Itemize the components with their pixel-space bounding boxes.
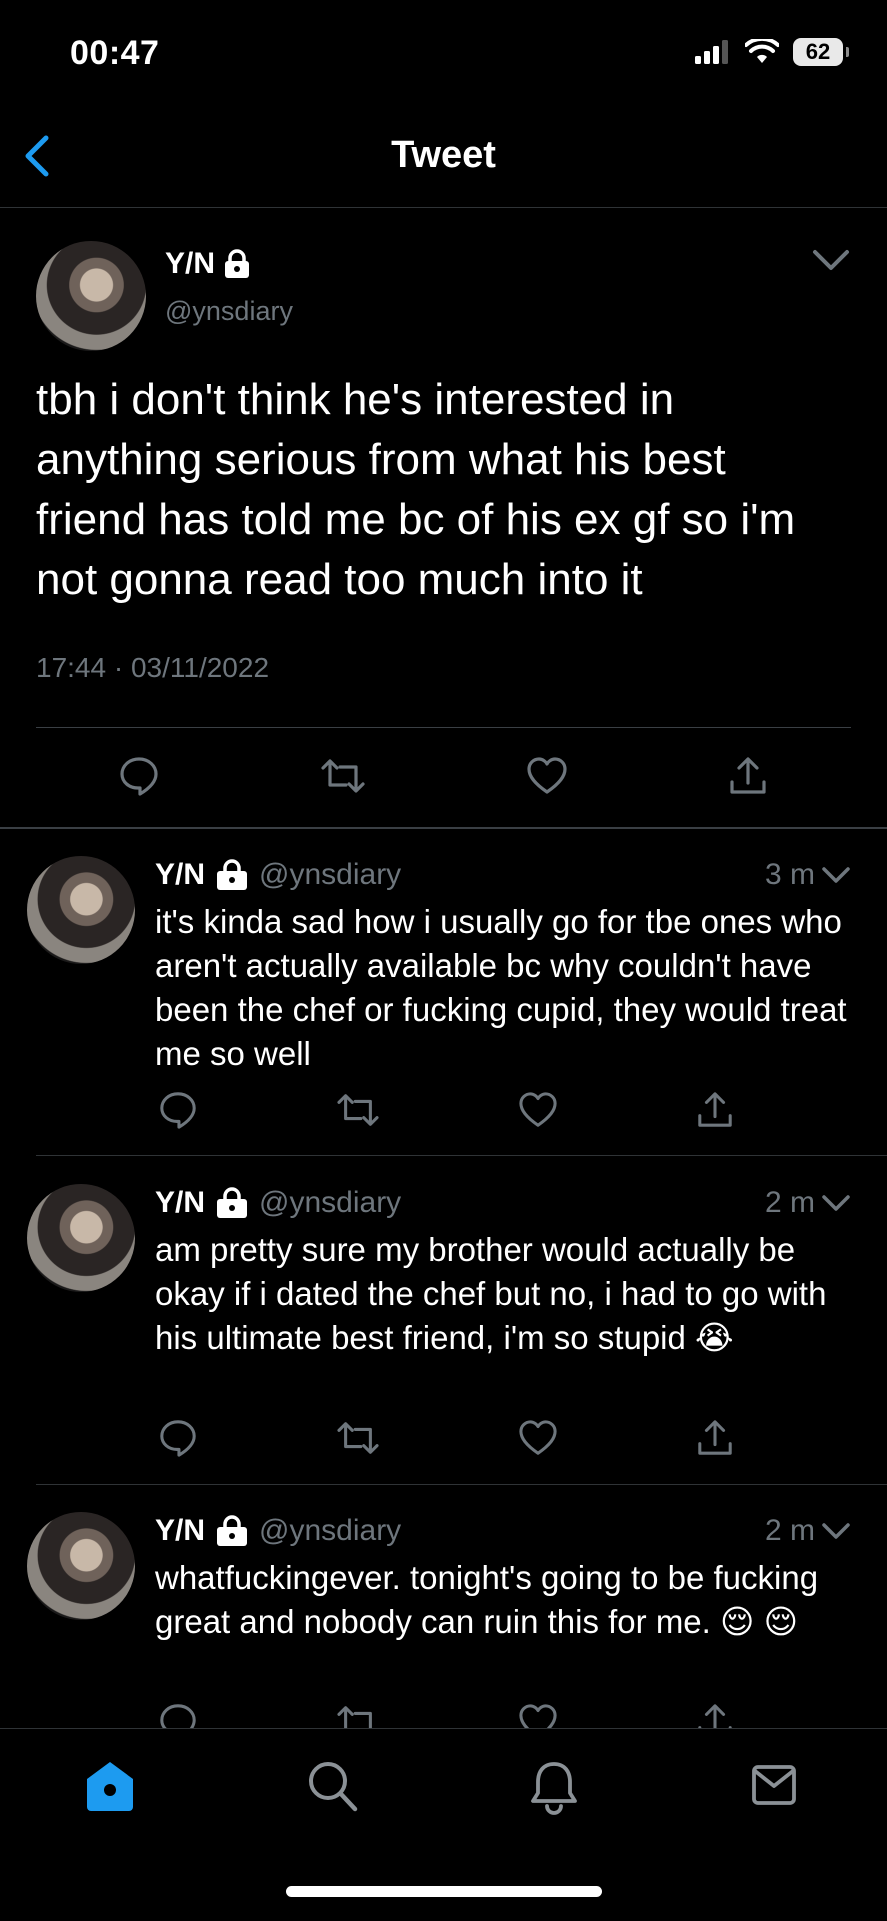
reply-header: Y/N @ynsdiary — [155, 1514, 401, 1548]
tab-notifications[interactable] — [528, 1759, 580, 1815]
reply-author-handle: @ynsdiary — [259, 1514, 402, 1547]
reply-text: it's kinda sad how i usually go for tbe … — [155, 903, 847, 1072]
main-tweet-avatar[interactable] — [36, 241, 146, 351]
lock-icon — [215, 859, 249, 891]
heart-icon — [527, 757, 567, 794]
reply-actions — [158, 1702, 734, 1728]
share-button[interactable] — [696, 1090, 734, 1130]
reply-time: 2 m — [765, 1514, 851, 1548]
status-icons: 62 — [695, 38, 849, 66]
share-icon — [698, 1420, 732, 1455]
main-tweet-author[interactable]: Y/N — [165, 247, 251, 281]
reply-time-text: 3 m — [764, 858, 815, 891]
author-name: Y/N — [165, 247, 216, 280]
divider — [36, 1155, 887, 1156]
battery-icon: 62 — [793, 38, 849, 66]
retweet-icon — [337, 1706, 372, 1728]
reply-tweet[interactable]: Y/N @ynsdiary 2 m whatfuckingever. tonig… — [0, 1496, 887, 1728]
section-divider — [0, 827, 887, 829]
retweet-icon — [337, 1422, 379, 1454]
divider — [36, 727, 851, 728]
reply-button[interactable] — [158, 1702, 198, 1728]
wifi-icon — [745, 39, 779, 65]
share-icon — [698, 1092, 732, 1127]
share-button[interactable] — [696, 1418, 734, 1458]
reply-author-handle: @ynsdiary — [259, 1186, 402, 1219]
heart-icon — [519, 1092, 557, 1127]
reply-button[interactable] — [158, 1090, 198, 1130]
messages-icon — [752, 1765, 796, 1805]
retweet-icon — [337, 1094, 379, 1126]
lock-icon — [215, 1515, 249, 1547]
reply-icon — [160, 1092, 196, 1129]
main-tweet-actions — [118, 755, 768, 797]
divider — [36, 1484, 887, 1485]
chevron-down-icon — [813, 250, 849, 270]
retweet-button[interactable] — [320, 755, 366, 797]
tab-search[interactable] — [306, 1759, 358, 1813]
reply-time: 2 m — [765, 1186, 851, 1220]
reply-author-name: Y/N — [155, 1514, 206, 1547]
reply-button[interactable] — [118, 755, 160, 797]
lock-icon — [215, 1187, 249, 1219]
reply-avatar[interactable] — [27, 856, 135, 964]
reply-time-text: 2 m — [764, 1186, 815, 1219]
like-button[interactable] — [526, 756, 568, 796]
home-indicator[interactable] — [286, 1886, 602, 1897]
reply-icon — [160, 1704, 196, 1728]
heart-icon — [519, 1420, 557, 1455]
like-button[interactable] — [518, 1419, 558, 1457]
reply-avatar[interactable] — [27, 1184, 135, 1292]
home-icon — [87, 1762, 133, 1811]
share-button[interactable] — [728, 755, 768, 797]
like-button[interactable] — [518, 1703, 558, 1728]
author-handle[interactable]: @ynsdiary — [165, 296, 293, 327]
reply-time-text: 2 m — [764, 1514, 815, 1547]
tweet-timestamp: 17:44 · 03/11/2022 — [36, 652, 270, 683]
retweet-button[interactable] — [336, 1090, 380, 1130]
main-tweet-text: tbh i don't think he's interested in any… — [36, 375, 796, 604]
like-button[interactable] — [518, 1091, 558, 1129]
tweet-options-button[interactable] — [811, 246, 851, 274]
status-time: 00:47 — [70, 34, 160, 72]
notifications-icon — [531, 1762, 577, 1815]
reply-button[interactable] — [158, 1418, 198, 1458]
lock-icon — [223, 249, 251, 279]
reply-actions — [158, 1418, 734, 1458]
reply-tweet[interactable]: Y/N @ynsdiary 2 m am pretty sure my brot… — [0, 1168, 887, 1483]
reply-icon — [120, 757, 158, 796]
reply-tweet[interactable]: Y/N @ynsdiary 3 m it's kinda sad how i u… — [0, 840, 887, 1155]
tab-messages[interactable] — [751, 1763, 797, 1807]
reply-time: 3 m — [765, 858, 851, 892]
reply-author-handle: @ynsdiary — [259, 858, 402, 891]
reply-header: Y/N @ynsdiary — [155, 1186, 401, 1220]
header-divider — [0, 207, 887, 208]
reply-text: am pretty sure my brother would actually… — [155, 1231, 827, 1356]
chevron-down-icon[interactable] — [821, 1520, 851, 1542]
reply-header: Y/N @ynsdiary — [155, 858, 401, 892]
tab-home[interactable] — [84, 1759, 136, 1813]
heart-icon — [519, 1704, 557, 1728]
share-icon — [730, 757, 766, 794]
share-button[interactable] — [696, 1702, 734, 1728]
retweet-button[interactable] — [336, 1418, 380, 1458]
reply-author-name: Y/N — [155, 858, 206, 891]
reply-avatar[interactable] — [27, 1512, 135, 1620]
retweet-button[interactable] — [336, 1702, 380, 1728]
chevron-down-icon[interactable] — [821, 1192, 851, 1214]
reply-author-name: Y/N — [155, 1186, 206, 1219]
retweet-icon — [321, 759, 365, 793]
reply-icon — [160, 1420, 196, 1457]
page-title: Tweet — [391, 134, 496, 176]
reply-text: whatfuckingever. tonight's going to be f… — [155, 1559, 819, 1640]
chevron-down-icon[interactable] — [821, 864, 851, 886]
cellular-signal-icon — [695, 40, 731, 64]
share-icon — [698, 1704, 732, 1728]
reply-actions — [158, 1090, 734, 1130]
search-icon — [309, 1762, 358, 1812]
